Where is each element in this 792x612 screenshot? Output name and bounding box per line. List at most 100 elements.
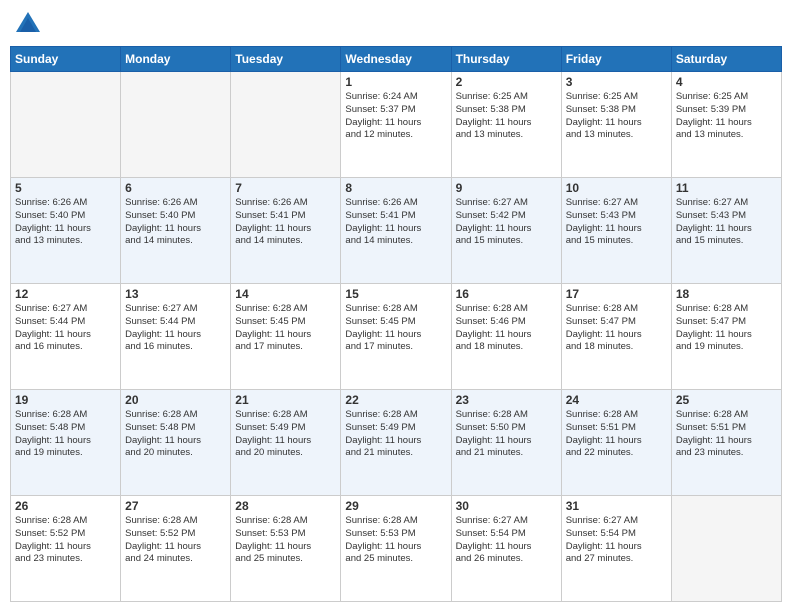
day-info: Sunrise: 6:28 AMSunset: 5:46 PMDaylight:… xyxy=(456,303,557,354)
day-number: 10 xyxy=(566,181,667,195)
day-info: Sunrise: 6:27 AMSunset: 5:54 PMDaylight:… xyxy=(456,515,557,566)
day-info: Sunrise: 6:26 AMSunset: 5:40 PMDaylight:… xyxy=(125,197,226,248)
logo-icon xyxy=(14,10,42,38)
calendar-header-friday: Friday xyxy=(561,47,671,72)
day-number: 23 xyxy=(456,393,557,407)
calendar-header-sunday: Sunday xyxy=(11,47,121,72)
day-info: Sunrise: 6:28 AMSunset: 5:49 PMDaylight:… xyxy=(235,409,336,460)
calendar-day-cell: 4 Sunrise: 6:25 AMSunset: 5:39 PMDaylight… xyxy=(671,72,781,178)
calendar-week-row: 26 Sunrise: 6:28 AMSunset: 5:52 PMDayligh… xyxy=(11,496,782,602)
day-number: 5 xyxy=(15,181,116,195)
day-info: Sunrise: 6:28 AMSunset: 5:52 PMDaylight:… xyxy=(125,515,226,566)
day-number: 9 xyxy=(456,181,557,195)
logo xyxy=(14,10,46,38)
day-info: Sunrise: 6:25 AMSunset: 5:38 PMDaylight:… xyxy=(456,91,557,142)
calendar-day-cell: 21 Sunrise: 6:28 AMSunset: 5:49 PMDayligh… xyxy=(231,390,341,496)
calendar-day-cell: 3 Sunrise: 6:25 AMSunset: 5:38 PMDaylight… xyxy=(561,72,671,178)
day-info: Sunrise: 6:28 AMSunset: 5:47 PMDaylight:… xyxy=(676,303,777,354)
day-info: Sunrise: 6:28 AMSunset: 5:49 PMDaylight:… xyxy=(345,409,446,460)
calendar-day-cell xyxy=(231,72,341,178)
calendar-day-cell: 28 Sunrise: 6:28 AMSunset: 5:53 PMDayligh… xyxy=(231,496,341,602)
day-number: 8 xyxy=(345,181,446,195)
day-info: Sunrise: 6:26 AMSunset: 5:40 PMDaylight:… xyxy=(15,197,116,248)
day-info: Sunrise: 6:28 AMSunset: 5:48 PMDaylight:… xyxy=(125,409,226,460)
calendar-header-row: SundayMondayTuesdayWednesdayThursdayFrid… xyxy=(11,47,782,72)
day-number: 3 xyxy=(566,75,667,89)
day-info: Sunrise: 6:28 AMSunset: 5:51 PMDaylight:… xyxy=(566,409,667,460)
day-info: Sunrise: 6:28 AMSunset: 5:53 PMDaylight:… xyxy=(235,515,336,566)
day-info: Sunrise: 6:28 AMSunset: 5:45 PMDaylight:… xyxy=(235,303,336,354)
day-number: 27 xyxy=(125,499,226,513)
calendar: SundayMondayTuesdayWednesdayThursdayFrid… xyxy=(10,46,782,602)
calendar-day-cell: 1 Sunrise: 6:24 AMSunset: 5:37 PMDaylight… xyxy=(341,72,451,178)
day-number: 15 xyxy=(345,287,446,301)
calendar-day-cell: 16 Sunrise: 6:28 AMSunset: 5:46 PMDayligh… xyxy=(451,284,561,390)
day-info: Sunrise: 6:25 AMSunset: 5:39 PMDaylight:… xyxy=(676,91,777,142)
day-info: Sunrise: 6:27 AMSunset: 5:42 PMDaylight:… xyxy=(456,197,557,248)
day-info: Sunrise: 6:24 AMSunset: 5:37 PMDaylight:… xyxy=(345,91,446,142)
day-number: 28 xyxy=(235,499,336,513)
day-info: Sunrise: 6:27 AMSunset: 5:43 PMDaylight:… xyxy=(676,197,777,248)
calendar-header-monday: Monday xyxy=(121,47,231,72)
day-info: Sunrise: 6:28 AMSunset: 5:45 PMDaylight:… xyxy=(345,303,446,354)
day-number: 26 xyxy=(15,499,116,513)
day-info: Sunrise: 6:27 AMSunset: 5:44 PMDaylight:… xyxy=(125,303,226,354)
day-number: 24 xyxy=(566,393,667,407)
calendar-day-cell: 14Sunrise: 6:28 AMSunset: 5:45 PMDayligh… xyxy=(231,284,341,390)
day-number: 16 xyxy=(456,287,557,301)
calendar-week-row: 1 Sunrise: 6:24 AMSunset: 5:37 PMDaylight… xyxy=(11,72,782,178)
calendar-day-cell: 23 Sunrise: 6:28 AMSunset: 5:50 PMDayligh… xyxy=(451,390,561,496)
calendar-day-cell: 27 Sunrise: 6:28 AMSunset: 5:52 PMDayligh… xyxy=(121,496,231,602)
day-number: 30 xyxy=(456,499,557,513)
calendar-day-cell: 29Sunrise: 6:28 AMSunset: 5:53 PMDayligh… xyxy=(341,496,451,602)
day-number: 17 xyxy=(566,287,667,301)
calendar-day-cell: 18Sunrise: 6:28 AMSunset: 5:47 PMDayligh… xyxy=(671,284,781,390)
day-number: 31 xyxy=(566,499,667,513)
calendar-day-cell: 6Sunrise: 6:26 AMSunset: 5:40 PMDaylight… xyxy=(121,178,231,284)
day-number: 7 xyxy=(235,181,336,195)
calendar-week-row: 19 Sunrise: 6:28 AMSunset: 5:48 PMDayligh… xyxy=(11,390,782,496)
header xyxy=(10,10,782,38)
calendar-day-cell: 9 Sunrise: 6:27 AMSunset: 5:42 PMDaylight… xyxy=(451,178,561,284)
day-info: Sunrise: 6:28 AMSunset: 5:50 PMDaylight:… xyxy=(456,409,557,460)
day-number: 13 xyxy=(125,287,226,301)
day-number: 1 xyxy=(345,75,446,89)
calendar-day-cell: 24 Sunrise: 6:28 AMSunset: 5:51 PMDayligh… xyxy=(561,390,671,496)
day-number: 2 xyxy=(456,75,557,89)
day-number: 25 xyxy=(676,393,777,407)
day-info: Sunrise: 6:28 AMSunset: 5:53 PMDaylight:… xyxy=(345,515,446,566)
day-number: 19 xyxy=(15,393,116,407)
day-number: 21 xyxy=(235,393,336,407)
calendar-header-wednesday: Wednesday xyxy=(341,47,451,72)
calendar-day-cell xyxy=(671,496,781,602)
day-number: 12 xyxy=(15,287,116,301)
calendar-day-cell: 7 Sunrise: 6:26 AMSunset: 5:41 PMDaylight… xyxy=(231,178,341,284)
day-info: Sunrise: 6:27 AMSunset: 5:43 PMDaylight:… xyxy=(566,197,667,248)
calendar-header-saturday: Saturday xyxy=(671,47,781,72)
calendar-day-cell: 8Sunrise: 6:26 AMSunset: 5:41 PMDaylight… xyxy=(341,178,451,284)
calendar-day-cell: 15 Sunrise: 6:28 AMSunset: 5:45 PMDayligh… xyxy=(341,284,451,390)
day-number: 4 xyxy=(676,75,777,89)
calendar-day-cell: 13 Sunrise: 6:27 AMSunset: 5:44 PMDayligh… xyxy=(121,284,231,390)
day-info: Sunrise: 6:26 AMSunset: 5:41 PMDaylight:… xyxy=(235,197,336,248)
calendar-day-cell: 31Sunrise: 6:27 AMSunset: 5:54 PMDayligh… xyxy=(561,496,671,602)
calendar-day-cell: 19 Sunrise: 6:28 AMSunset: 5:48 PMDayligh… xyxy=(11,390,121,496)
day-info: Sunrise: 6:25 AMSunset: 5:38 PMDaylight:… xyxy=(566,91,667,142)
calendar-day-cell xyxy=(11,72,121,178)
day-info: Sunrise: 6:28 AMSunset: 5:48 PMDaylight:… xyxy=(15,409,116,460)
day-number: 22 xyxy=(345,393,446,407)
calendar-day-cell: 2 Sunrise: 6:25 AMSunset: 5:38 PMDaylight… xyxy=(451,72,561,178)
calendar-week-row: 12 Sunrise: 6:27 AMSunset: 5:44 PMDayligh… xyxy=(11,284,782,390)
day-number: 20 xyxy=(125,393,226,407)
calendar-day-cell xyxy=(121,72,231,178)
day-number: 11 xyxy=(676,181,777,195)
calendar-day-cell: 17 Sunrise: 6:28 AMSunset: 5:47 PMDayligh… xyxy=(561,284,671,390)
calendar-header-thursday: Thursday xyxy=(451,47,561,72)
calendar-day-cell: 22 Sunrise: 6:28 AMSunset: 5:49 PMDayligh… xyxy=(341,390,451,496)
page: SundayMondayTuesdayWednesdayThursdayFrid… xyxy=(0,0,792,612)
calendar-day-cell: 10 Sunrise: 6:27 AMSunset: 5:43 PMDayligh… xyxy=(561,178,671,284)
day-info: Sunrise: 6:28 AMSunset: 5:47 PMDaylight:… xyxy=(566,303,667,354)
calendar-day-cell: 12 Sunrise: 6:27 AMSunset: 5:44 PMDayligh… xyxy=(11,284,121,390)
calendar-day-cell: 25Sunrise: 6:28 AMSunset: 5:51 PMDayligh… xyxy=(671,390,781,496)
day-info: Sunrise: 6:27 AMSunset: 5:44 PMDaylight:… xyxy=(15,303,116,354)
